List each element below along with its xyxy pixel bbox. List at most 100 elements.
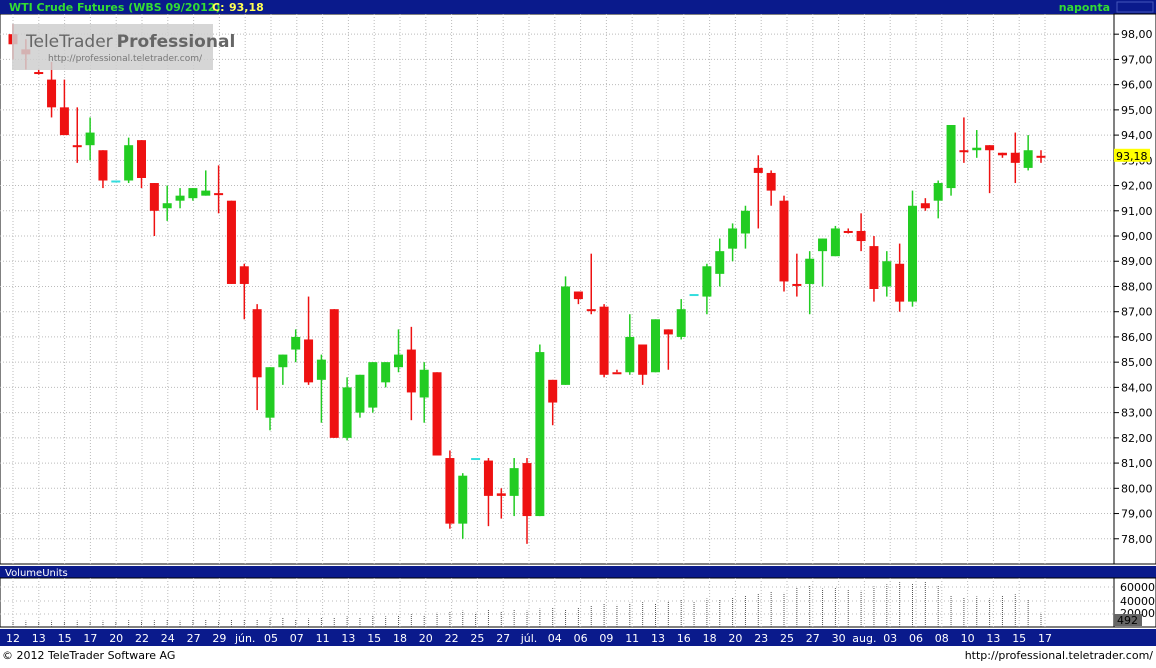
candle-body bbox=[111, 180, 121, 183]
date-tick-label: 22 bbox=[135, 632, 149, 645]
candle[interactable] bbox=[226, 200, 236, 284]
timeframe-label[interactable]: naponta bbox=[1059, 1, 1110, 14]
candle[interactable] bbox=[599, 304, 609, 378]
candle-body bbox=[1023, 150, 1033, 168]
date-tick-label: 09 bbox=[599, 632, 613, 645]
candle-body bbox=[355, 374, 365, 413]
candle-body bbox=[72, 145, 82, 148]
candle-body bbox=[535, 352, 545, 517]
volume-panel[interactable] bbox=[0, 577, 1115, 628]
candle[interactable] bbox=[561, 276, 571, 385]
candle[interactable] bbox=[830, 225, 840, 257]
price-tick-label: 82,00 bbox=[1121, 432, 1153, 445]
candle[interactable] bbox=[651, 319, 660, 373]
price-tick-label: 95,00 bbox=[1121, 104, 1153, 117]
close-label: C: bbox=[212, 1, 224, 14]
candle[interactable] bbox=[689, 294, 699, 297]
candle-body bbox=[59, 107, 69, 136]
candle-body bbox=[766, 172, 776, 191]
candle-body bbox=[34, 72, 44, 75]
candle[interactable] bbox=[908, 190, 917, 307]
footer-url[interactable]: http://professional.teletrader.com/ bbox=[965, 649, 1154, 662]
candle[interactable] bbox=[111, 180, 121, 183]
candle-body bbox=[124, 145, 134, 181]
candle-body bbox=[162, 203, 172, 209]
price-tick-label: 78,00 bbox=[1121, 533, 1153, 546]
teletrader-watermark: TeleTrader Professional http://profession… bbox=[12, 24, 235, 70]
candlestick-chart[interactable]: WTI Crude Futures (WBS 09/2012) C: 93,18… bbox=[0, 0, 1156, 664]
price-tick-label: 79,00 bbox=[1121, 508, 1153, 521]
candle-body bbox=[728, 228, 738, 249]
header-scroll-thumb[interactable] bbox=[1116, 1, 1154, 13]
candle-body bbox=[201, 190, 211, 196]
date-tick-label: 13 bbox=[341, 632, 355, 645]
candle-body bbox=[702, 266, 712, 297]
date-tick-label: 03 bbox=[883, 632, 897, 645]
candle-body bbox=[265, 367, 275, 418]
date-tick-label: 16 bbox=[677, 632, 691, 645]
candle-body bbox=[830, 228, 840, 257]
date-tick-label: 22 bbox=[445, 632, 459, 645]
candle-body bbox=[483, 460, 493, 496]
date-tick-label: 23 bbox=[754, 632, 768, 645]
candle[interactable] bbox=[355, 374, 365, 418]
candle-body bbox=[946, 125, 956, 189]
candle-body bbox=[573, 291, 583, 300]
candle-body bbox=[368, 362, 378, 408]
date-tick-label: 17 bbox=[1038, 632, 1052, 645]
candle-body bbox=[85, 132, 95, 146]
candle-body bbox=[278, 354, 288, 368]
price-tick-label: 89,00 bbox=[1121, 255, 1153, 268]
candle-body bbox=[381, 362, 391, 383]
date-tick-label: 29 bbox=[212, 632, 226, 645]
candle-body bbox=[304, 339, 314, 383]
candle-body bbox=[316, 359, 326, 380]
date-tick-label: 11 bbox=[316, 632, 330, 645]
candle[interactable] bbox=[368, 362, 378, 413]
watermark-url: http://professional.teletrader.com/ bbox=[48, 54, 203, 64]
candle-body bbox=[509, 468, 519, 496]
price-tick-label: 83,00 bbox=[1121, 407, 1153, 420]
date-tick-label: 13 bbox=[986, 632, 1000, 645]
date-tick-label: 20 bbox=[728, 632, 742, 645]
candle-body bbox=[561, 286, 571, 385]
price-tick-label: 92,00 bbox=[1121, 180, 1153, 193]
candle-body bbox=[188, 188, 198, 199]
candle[interactable] bbox=[329, 309, 339, 438]
candle-body bbox=[149, 183, 159, 211]
price-tick-label: 88,00 bbox=[1121, 280, 1153, 293]
candle-body bbox=[920, 203, 930, 209]
date-tick-label: 06 bbox=[909, 632, 923, 645]
date-tick-label: 10 bbox=[961, 632, 975, 645]
date-tick-label: 15 bbox=[1012, 632, 1026, 645]
close-value: 93,18 bbox=[229, 1, 264, 14]
candle[interactable] bbox=[946, 125, 956, 196]
date-tick-label: 17 bbox=[83, 632, 97, 645]
price-tick-label: 94,00 bbox=[1121, 129, 1153, 142]
candle[interactable] bbox=[779, 195, 789, 292]
candle-body bbox=[599, 306, 609, 375]
candle[interactable] bbox=[432, 372, 442, 456]
candle[interactable] bbox=[445, 450, 455, 529]
price-tick-label: 87,00 bbox=[1121, 306, 1153, 319]
candle[interactable] bbox=[535, 344, 545, 517]
candle[interactable] bbox=[471, 458, 481, 461]
candle-body bbox=[959, 150, 969, 153]
candle-body bbox=[651, 319, 660, 373]
date-tick-label: 20 bbox=[419, 632, 433, 645]
last-price-text: 93,18 bbox=[1116, 150, 1148, 163]
candle-body bbox=[933, 183, 943, 201]
candle-body bbox=[805, 258, 815, 284]
date-tick-label: 27 bbox=[806, 632, 820, 645]
date-tick-label: 11 bbox=[625, 632, 639, 645]
candle-body bbox=[818, 238, 828, 252]
candle-body bbox=[997, 152, 1007, 156]
date-tick-label: aug. bbox=[852, 632, 876, 645]
candle-body bbox=[663, 329, 673, 335]
date-tick-label: 07 bbox=[290, 632, 304, 645]
price-panel[interactable] bbox=[0, 13, 1115, 565]
candle-body bbox=[843, 230, 853, 233]
candle-body bbox=[753, 167, 763, 173]
candle-body bbox=[548, 379, 558, 403]
candle-body bbox=[625, 336, 635, 373]
